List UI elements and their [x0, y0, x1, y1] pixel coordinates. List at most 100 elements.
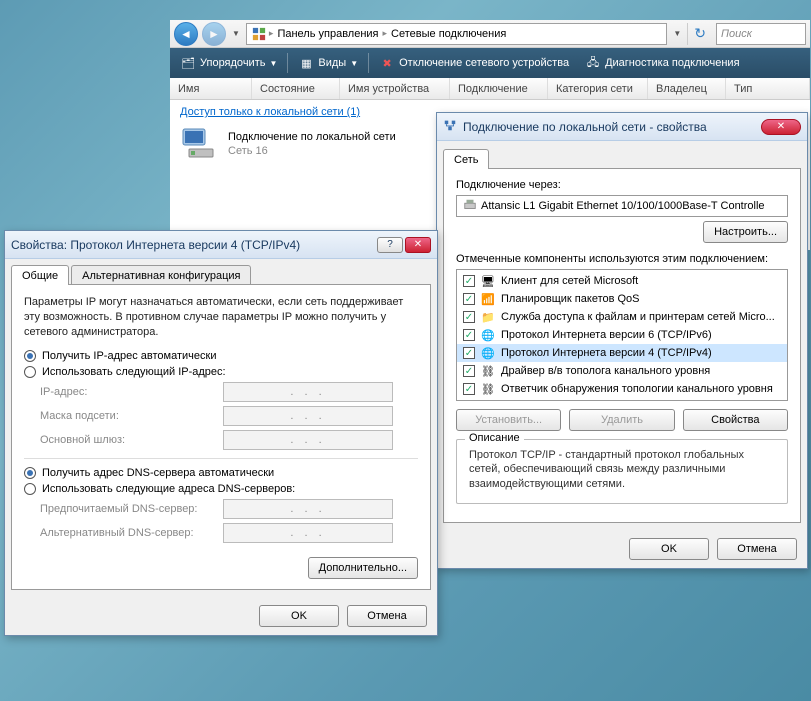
- adapter-display[interactable]: Attansic L1 Gigabit Ethernet 10/100/1000…: [456, 195, 788, 217]
- lan-properties-dialog: Подключение по локальной сети - свойства…: [436, 112, 808, 569]
- organize-icon: 🗂: [180, 55, 196, 71]
- group-header[interactable]: Доступ только к локальной сети (1): [180, 106, 360, 118]
- protocol-icon: 🌐: [481, 328, 495, 342]
- properties-button[interactable]: Свойства: [683, 409, 788, 431]
- responder-icon: ⛓: [481, 382, 495, 396]
- client-icon: 🖥: [481, 274, 495, 288]
- search-input[interactable]: Поиск: [716, 23, 806, 45]
- list-item-selected[interactable]: 🌐 Протокол Интернета версии 4 (TCP/IPv4): [457, 344, 787, 362]
- control-panel-icon: [251, 26, 267, 42]
- col-device[interactable]: Имя устройства: [340, 78, 450, 99]
- col-name[interactable]: Имя: [170, 78, 252, 99]
- nav-history-dropdown[interactable]: ▼: [230, 29, 242, 38]
- disable-device-button[interactable]: ✖ Отключение сетевого устройства: [373, 53, 575, 73]
- list-item[interactable]: ⛓ Ответчик обнаружения топологии канальн…: [457, 380, 787, 398]
- advanced-button[interactable]: Дополнительно...: [308, 557, 418, 579]
- breadcrumb-sep-icon: ▸: [383, 28, 388, 39]
- item-label: Протокол Интернета версии 6 (TCP/IPv6): [501, 329, 712, 341]
- alternate-dns-input[interactable]: . . .: [223, 523, 393, 543]
- explorer-topbar: ◄ ► ▼ ▸ Панель управления ▸ Сетевые подк…: [170, 20, 810, 48]
- dialog-titlebar[interactable]: Свойства: Протокол Интернета версии 4 (T…: [5, 231, 437, 259]
- install-button[interactable]: Установить...: [456, 409, 561, 431]
- description-text: Протокол TCP/IP - стандартный протокол г…: [465, 446, 779, 497]
- nav-forward-button[interactable]: ►: [202, 22, 226, 46]
- list-item[interactable]: 📁 Служба доступа к файлам и принтерам се…: [457, 308, 787, 326]
- item-label: Планировщик пакетов QoS: [501, 293, 640, 305]
- diagnose-button[interactable]: 🖧 Диагностика подключения: [579, 53, 745, 73]
- ok-button[interactable]: OK: [629, 538, 709, 560]
- service-icon: 📁: [481, 310, 495, 324]
- adapter-name: Attansic L1 Gigabit Ethernet 10/100/1000…: [481, 200, 765, 212]
- field-label: Альтернативный DNS-сервер:: [40, 527, 215, 539]
- subnet-mask-input[interactable]: . . .: [223, 406, 393, 426]
- toolbar-separator: [368, 53, 369, 73]
- disable-label: Отключение сетевого устройства: [399, 57, 569, 69]
- radio-ip-auto[interactable]: Получить IP-адрес автоматически: [24, 350, 418, 362]
- item-label: Служба доступа к файлам и принтерам сете…: [501, 311, 775, 323]
- checkbox[interactable]: [463, 293, 475, 305]
- nav-back-button[interactable]: ◄: [174, 22, 198, 46]
- breadcrumb-item[interactable]: Панель управления: [275, 28, 380, 40]
- remove-button[interactable]: Удалить: [569, 409, 674, 431]
- toolbar-separator: [287, 53, 288, 73]
- breadcrumb[interactable]: ▸ Панель управления ▸ Сетевые подключени…: [246, 23, 667, 45]
- dialog-buttons: OK Отмена: [437, 530, 807, 568]
- checkbox[interactable]: [463, 329, 475, 341]
- tab-network[interactable]: Сеть: [443, 149, 489, 169]
- checkbox[interactable]: [463, 311, 475, 323]
- diagnose-label: Диагностика подключения: [605, 57, 739, 69]
- dialog-title: Свойства: Протокол Интернета версии 4 (T…: [11, 238, 371, 252]
- components-list: 🖥 Клиент для сетей Microsoft 📶 Планировщ…: [456, 269, 788, 401]
- connection-subtitle: Сеть 16: [228, 144, 396, 158]
- cancel-button[interactable]: Отмена: [717, 538, 797, 560]
- close-icon: ✕: [777, 121, 785, 132]
- preferred-dns-input[interactable]: . . .: [223, 499, 393, 519]
- list-item[interactable]: ⛓ Драйвер в/в тополога канального уровня: [457, 362, 787, 380]
- cancel-button[interactable]: Отмена: [347, 605, 427, 627]
- close-button[interactable]: ✕: [405, 237, 431, 253]
- dialog-titlebar[interactable]: Подключение по локальной сети - свойства…: [437, 113, 807, 141]
- ip-address-input[interactable]: . . .: [223, 382, 393, 402]
- list-item[interactable]: 📶 Планировщик пакетов QoS: [457, 290, 787, 308]
- col-status[interactable]: Состояние: [252, 78, 340, 99]
- radio-dns-auto[interactable]: Получить адрес DNS-сервера автоматически: [24, 467, 418, 479]
- preferred-dns-row: Предпочитаемый DNS-сервер: . . .: [40, 499, 418, 519]
- item-label: Клиент для сетей Microsoft: [501, 275, 638, 287]
- alternate-dns-row: Альтернативный DNS-сервер: . . .: [40, 523, 418, 543]
- organize-menu[interactable]: 🗂 Упорядочить ▼: [174, 53, 283, 73]
- radio-dns-manual[interactable]: Использовать следующие адреса DNS-сервер…: [24, 483, 418, 495]
- gateway-input[interactable]: . . .: [223, 430, 393, 450]
- refresh-button[interactable]: ↻: [687, 23, 712, 45]
- item-label: Драйвер в/в тополога канального уровня: [501, 365, 710, 377]
- address-dropdown[interactable]: ▼: [671, 29, 683, 38]
- item-label: Ответчик обнаружения топологии канальног…: [501, 383, 773, 395]
- driver-icon: ⛓: [481, 364, 495, 378]
- radio-label: Использовать следующие адреса DNS-сервер…: [42, 483, 295, 495]
- col-type[interactable]: Тип: [726, 78, 810, 99]
- radio-label: Получить адрес DNS-сервера автоматически: [42, 467, 274, 479]
- checkbox[interactable]: [463, 383, 475, 395]
- col-owner[interactable]: Владелец: [648, 78, 726, 99]
- help-button[interactable]: ?: [377, 237, 403, 253]
- tab-general[interactable]: Общие: [11, 265, 69, 285]
- list-item[interactable]: 🌐 Протокол Интернета версии 6 (TCP/IPv6): [457, 326, 787, 344]
- checkbox[interactable]: [463, 275, 475, 287]
- tab-alternate[interactable]: Альтернативная конфигурация: [71, 265, 251, 285]
- close-button[interactable]: ✕: [761, 119, 801, 135]
- checkbox[interactable]: [463, 365, 475, 377]
- radio-icon: [24, 483, 36, 495]
- views-menu[interactable]: ▦ Виды ▼: [292, 53, 364, 73]
- breadcrumb-sep-icon: ▸: [269, 28, 274, 39]
- gateway-row: Основной шлюз: . . .: [40, 430, 418, 450]
- breadcrumb-item[interactable]: Сетевые подключения: [389, 28, 508, 40]
- configure-button[interactable]: Настроить...: [703, 221, 788, 243]
- list-item[interactable]: 🖥 Клиент для сетей Microsoft: [457, 272, 787, 290]
- checkbox[interactable]: [463, 347, 475, 359]
- field-label: Маска подсети:: [40, 410, 215, 422]
- views-label: Виды: [318, 57, 346, 69]
- radio-icon: [24, 350, 36, 362]
- col-category[interactable]: Категория сети: [548, 78, 648, 99]
- ok-button[interactable]: OK: [259, 605, 339, 627]
- col-connection[interactable]: Подключение: [450, 78, 548, 99]
- radio-ip-manual[interactable]: Использовать следующий IP-адрес:: [24, 366, 418, 378]
